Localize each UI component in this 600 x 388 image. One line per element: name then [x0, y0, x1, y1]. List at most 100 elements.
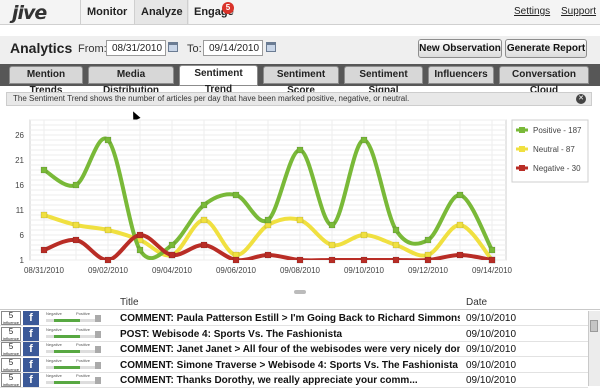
- column-header-title[interactable]: Title: [120, 297, 139, 308]
- mini-positive-label: Positive: [76, 357, 91, 363]
- legend-label: Positive - 187: [533, 126, 582, 135]
- y-axis-ticks: 1611162126: [15, 131, 24, 265]
- y-tick-label: 21: [15, 156, 24, 165]
- tab-influencers[interactable]: Influencers: [428, 66, 494, 84]
- table-row[interactable]: 5 influence f Negative Positive COMMENT: Simo…: [0, 357, 588, 373]
- table-row[interactable]: 5 influence f Negative Positive COMMENT: Jane…: [0, 342, 588, 357]
- data-point: [200, 241, 208, 249]
- row-title[interactable]: COMMENT: Paula Patterson Estill > I'm Go…: [120, 313, 460, 324]
- nav-engage[interactable]: Engage: [187, 0, 254, 24]
- column-header-date[interactable]: Date: [466, 297, 487, 308]
- mini-negative-label: Negative: [46, 342, 62, 347]
- data-point: [328, 221, 336, 229]
- mini-positive-label: Positive: [76, 342, 91, 347]
- tab-sentiment-trend[interactable]: Sentiment Trend: [179, 65, 258, 95]
- flag-icon[interactable]: [95, 377, 101, 384]
- y-tick-label: 16: [15, 181, 24, 190]
- influence-score-badge: 5 influence: [1, 357, 21, 372]
- y-tick-label: 26: [15, 131, 24, 140]
- data-point: [264, 251, 272, 259]
- x-tick-label: 09/02/2010: [88, 266, 129, 275]
- influence-score-badge: 5 influence: [1, 326, 21, 341]
- table-row[interactable]: 5 influence f Negative Positive POST: Webisod…: [0, 326, 588, 342]
- row-title[interactable]: COMMENT: Simone Traverse > Webisode 4: S…: [120, 360, 460, 371]
- new-observation-button[interactable]: New Observation: [418, 39, 502, 58]
- tab-conversation-cloud[interactable]: Conversation Cloud: [499, 66, 589, 96]
- calendar-icon[interactable]: [266, 42, 276, 52]
- data-point: [232, 191, 240, 199]
- row-date: 09/10/2010: [466, 375, 517, 386]
- x-tick-label: 09/08/2010: [280, 266, 321, 275]
- data-point: [40, 211, 48, 219]
- sentiment-mini-bar: Negative Positive: [44, 311, 96, 325]
- nav-monitor[interactable]: Monitor: [80, 0, 133, 24]
- influence-score-badge: 5 influence: [1, 342, 21, 356]
- row-title[interactable]: POST: Webisode 4: Sports Vs. The Fashion…: [120, 329, 460, 340]
- chart-legend: Positive - 187 Neutral - 87 Negative - 30: [511, 119, 589, 183]
- row-date: 09/10/2010: [466, 344, 517, 355]
- data-point: [360, 256, 368, 264]
- tab-media-distribution[interactable]: Media Distribution: [88, 66, 174, 96]
- row-title[interactable]: COMMENT: Thanks Dorothy, we really appre…: [120, 375, 460, 386]
- sentiment-mini-bar: Negative Positive: [44, 358, 96, 372]
- legend-marker: [519, 165, 525, 171]
- generate-report-button[interactable]: Generate Report: [505, 39, 587, 58]
- data-point: [488, 256, 496, 264]
- data-point: [296, 256, 304, 264]
- x-tick-label: 09/12/2010: [408, 266, 449, 275]
- mini-negative-label: Negative: [46, 326, 62, 332]
- influence-label: influence: [2, 335, 19, 341]
- tab-mention-trends[interactable]: Mention Trends: [9, 66, 83, 96]
- x-tick-label: 09/06/2010: [216, 266, 257, 275]
- flag-icon[interactable]: [95, 330, 101, 338]
- support-link[interactable]: Support: [561, 6, 596, 17]
- tab-sentiment-score[interactable]: Sentiment Score: [263, 66, 339, 96]
- flag-icon[interactable]: [95, 346, 101, 353]
- data-point: [328, 256, 336, 264]
- data-point: [456, 191, 464, 199]
- data-point: [40, 246, 48, 254]
- influence-value: 5: [8, 357, 14, 367]
- data-point: [200, 216, 208, 224]
- influence-value: 5: [8, 342, 14, 351]
- table-header: [0, 294, 600, 310]
- data-point: [360, 136, 368, 144]
- scrollbar-thumb[interactable]: [590, 320, 598, 332]
- influence-label: influence: [2, 351, 19, 356]
- influence-value: 5: [8, 373, 14, 382]
- data-point: [104, 136, 112, 144]
- x-tick-label: 09/14/2010: [472, 266, 513, 275]
- row-date: 09/10/2010: [466, 328, 517, 340]
- data-point: [296, 146, 304, 154]
- table-row[interactable]: 5 influence f Negative Positive COMMENT: Paul…: [0, 311, 588, 326]
- from-date-input[interactable]: [106, 40, 166, 56]
- nav-analyze[interactable]: Analyze: [134, 0, 189, 24]
- mini-negative-label: Negative: [46, 373, 62, 378]
- mini-positive-label: Positive: [76, 326, 91, 332]
- data-point: [168, 241, 176, 249]
- flag-icon[interactable]: [95, 361, 101, 369]
- to-date-input[interactable]: [203, 40, 263, 56]
- facebook-icon: f: [23, 311, 39, 325]
- data-point: [232, 256, 240, 264]
- tab-sentiment-signal[interactable]: Sentiment Signal: [344, 66, 423, 96]
- legend-marker: [519, 127, 525, 133]
- facebook-icon: f: [23, 326, 39, 341]
- jive-logo[interactable]: jive: [12, 2, 47, 24]
- settings-link[interactable]: Settings: [514, 6, 550, 17]
- mini-positive-label: Positive: [76, 373, 91, 378]
- data-point: [456, 251, 464, 259]
- x-tick-label: 09/04/2010: [152, 266, 193, 275]
- data-point: [136, 231, 144, 239]
- legend-label: Negative - 30: [533, 164, 581, 173]
- data-point: [72, 236, 80, 244]
- row-title[interactable]: COMMENT: Janet Janet > All four of the w…: [120, 344, 460, 355]
- row-date: 09/10/2010: [466, 359, 517, 371]
- close-icon[interactable]: ✕: [576, 94, 586, 104]
- calendar-icon[interactable]: [168, 42, 178, 52]
- data-point: [424, 256, 432, 264]
- influence-value: 5: [8, 311, 14, 320]
- influence-label: influence: [2, 366, 19, 372]
- flag-icon[interactable]: [95, 315, 101, 322]
- data-point: [136, 246, 144, 254]
